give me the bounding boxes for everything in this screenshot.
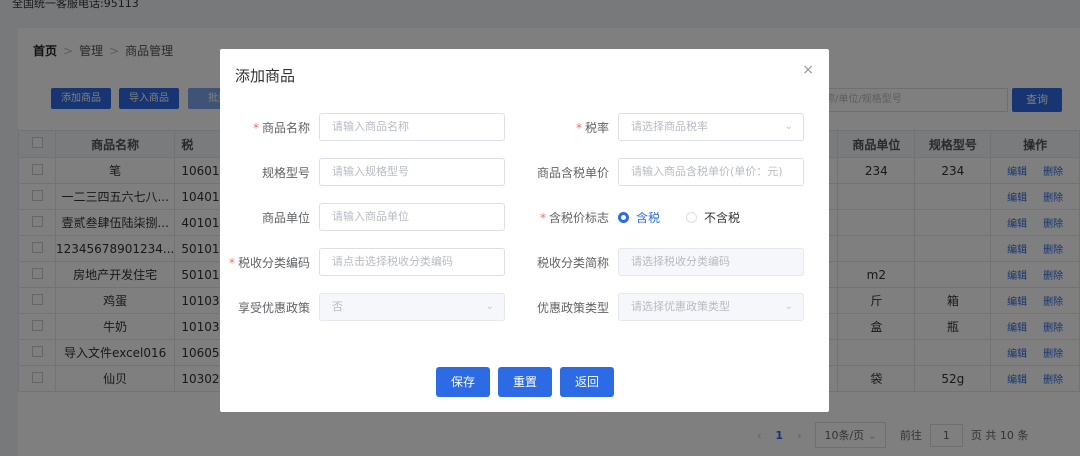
back-button[interactable]: 返回 <box>560 367 614 397</box>
field-tax-rate: * 税率 请选择商品税率 ⌄ <box>528 113 804 141</box>
radio-tax-included[interactable]: 含税 <box>618 209 660 226</box>
save-button[interactable]: 保存 <box>436 367 490 397</box>
radio-tax-excluded[interactable]: 不含税 <box>686 209 740 226</box>
field-tax-flag: * 含税价标志 含税 不含税 <box>539 209 741 226</box>
field-policy-type: 优惠政策类型 请选择优惠政策类型 ⌄ <box>528 293 804 321</box>
field-tax-short: 税收分类简称 请选择税收分类编码 <box>528 248 804 276</box>
tax-code-input[interactable]: 请点击选择税收分类编码 <box>319 248 505 276</box>
unit-input[interactable]: 请输入商品单位 <box>319 203 505 231</box>
field-tax-code: * 税收分类编码 请点击选择税收分类编码 <box>229 248 505 276</box>
tax-short-input: 请选择税收分类编码 <box>618 248 804 276</box>
field-spec: 规格型号 请输入规格型号 <box>229 158 505 186</box>
field-name: * 商品名称 请输入商品名称 <box>229 113 505 141</box>
spec-input[interactable]: 请输入规格型号 <box>319 158 505 186</box>
preferential-select: 否 ⌄ <box>319 293 505 321</box>
dialog-title: 添加商品 <box>235 67 296 85</box>
chevron-down-icon: ⌄ <box>784 301 793 312</box>
product-name-input[interactable]: 请输入商品名称 <box>319 113 505 141</box>
tax-rate-select[interactable]: 请选择商品税率 ⌄ <box>618 113 804 141</box>
field-price: 商品含税单价 请输入商品含税单价(单价：元) <box>528 158 804 186</box>
chevron-down-icon: ⌄ <box>784 121 793 132</box>
add-product-dialog: 添加商品 × * 商品名称 请输入商品名称 * 税率 请选择商品税率 ⌄ 规格型号 请输入规… <box>220 49 829 412</box>
reset-button[interactable]: 重置 <box>498 367 552 397</box>
close-icon[interactable]: × <box>802 62 814 78</box>
chevron-down-icon: ⌄ <box>485 301 494 312</box>
policy-type-select: 请选择优惠政策类型 ⌄ <box>618 293 804 321</box>
field-preferential: 享受优惠政策否 ⌄ <box>229 293 505 321</box>
field-unit: 商品单位 请输入商品单位 <box>229 203 505 231</box>
price-input[interactable]: 请输入商品含税单价(单价：元) <box>618 158 804 186</box>
